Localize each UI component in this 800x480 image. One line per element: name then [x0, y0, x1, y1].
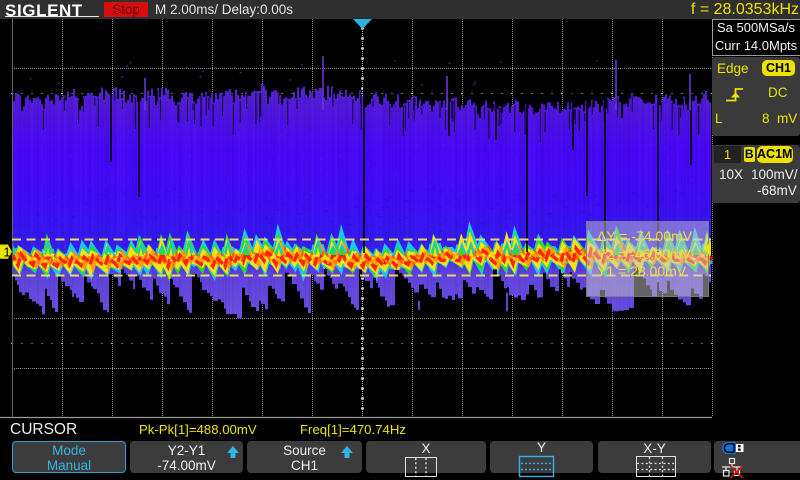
svg-text:1: 1 [4, 246, 11, 260]
